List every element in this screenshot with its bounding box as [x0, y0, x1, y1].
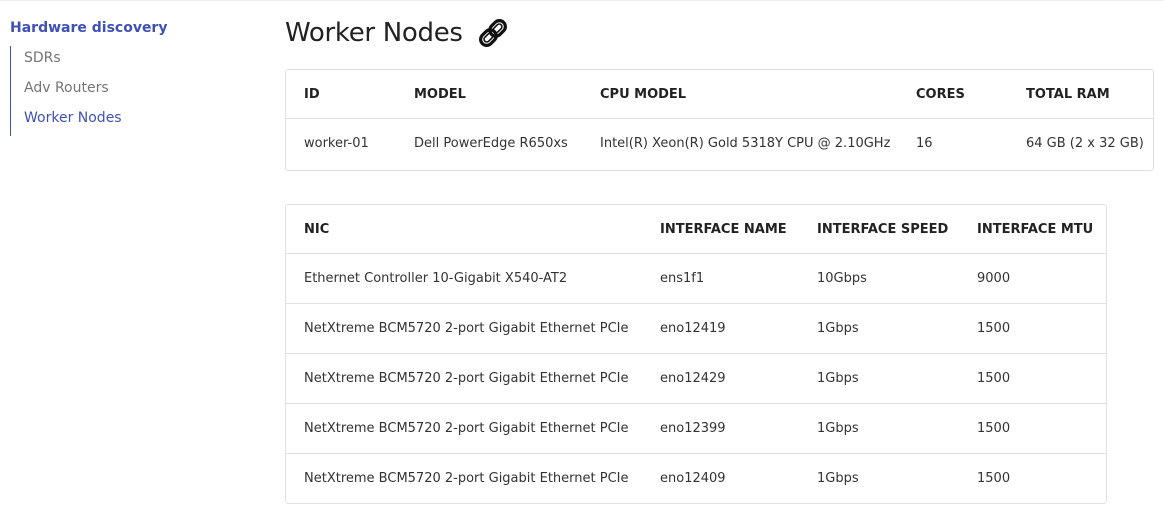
- cell-interface-name: eno12409: [642, 453, 799, 503]
- cell-interface-mtu: 1500: [959, 453, 1106, 503]
- page-title: Worker Nodes: [285, 18, 463, 48]
- table-row: NetXtreme BCM5720 2-port Gigabit Etherne…: [286, 353, 1106, 404]
- sidebar-item-worker-nodes[interactable]: Worker Nodes: [24, 106, 240, 136]
- table-row: NetXtreme BCM5720 2-port Gigabit Etherne…: [286, 303, 1106, 354]
- cell-interface-mtu: 1500: [959, 403, 1106, 454]
- cell-nic: NetXtreme BCM5720 2-port Gigabit Etherne…: [286, 453, 642, 503]
- cell-nic: NetXtreme BCM5720 2-port Gigabit Etherne…: [286, 353, 642, 404]
- main-header: Worker Nodes: [285, 13, 511, 53]
- column-header-nic: NIC: [304, 221, 330, 237]
- cell-interface-speed: 1Gbps: [799, 403, 959, 454]
- cell-interface-speed: 1Gbps: [799, 453, 959, 503]
- column-header-total-ram: TOTAL RAM: [1026, 86, 1110, 102]
- page-title-row: Worker Nodes: [285, 13, 511, 53]
- table-row: NetXtreme BCM5720 2-port Gigabit Etherne…: [286, 403, 1106, 454]
- cell-interface-name: eno12399: [642, 403, 799, 454]
- sidebar-list: SDRs Adv Routers Worker Nodes: [10, 46, 240, 136]
- table-header-row: NIC INTERFACE NAME INTERFACE SPEED INTER…: [286, 205, 1106, 254]
- cell-cpu-model: Intel(R) Xeon(R) Gold 5318Y CPU @ 2.10GH…: [582, 118, 898, 168]
- worker-nodes-table-card: ID MODEL CPU MODEL CORES TOTAL RAM worke…: [285, 69, 1154, 171]
- cell-interface-speed: 1Gbps: [799, 303, 959, 354]
- column-header-cpu-model: CPU MODEL: [600, 86, 687, 102]
- worker-nodes-table: ID MODEL CPU MODEL CORES TOTAL RAM worke…: [286, 70, 1153, 168]
- nic-table: NIC INTERFACE NAME INTERFACE SPEED INTER…: [286, 205, 1106, 503]
- cell-total-ram: 64 GB (2 x 32 GB): [1008, 118, 1153, 168]
- table-row: Ethernet Controller 10-Gigabit X540-AT2 …: [286, 253, 1106, 304]
- column-header-interface-name: INTERFACE NAME: [660, 221, 787, 237]
- cell-interface-name: eno12419: [642, 303, 799, 354]
- cell-nic: NetXtreme BCM5720 2-port Gigabit Etherne…: [286, 403, 642, 454]
- table-row: worker-01 Dell PowerEdge R650xs Intel(R)…: [286, 118, 1153, 168]
- sidebar-title[interactable]: Hardware discovery: [10, 18, 240, 38]
- column-header-model: MODEL: [414, 86, 466, 102]
- cell-interface-mtu: 1500: [959, 353, 1106, 404]
- top-divider: [0, 0, 1164, 1]
- column-header-interface-speed: INTERFACE SPEED: [817, 221, 949, 237]
- table-header-row: ID MODEL CPU MODEL CORES TOTAL RAM: [286, 70, 1153, 119]
- nic-table-card: NIC INTERFACE NAME INTERFACE SPEED INTER…: [285, 204, 1107, 504]
- cell-interface-mtu: 1500: [959, 303, 1106, 354]
- column-header-interface-mtu: INTERFACE MTU: [977, 221, 1094, 237]
- cell-id: worker-01: [286, 118, 396, 168]
- cell-interface-mtu: 9000: [959, 253, 1106, 304]
- cell-cores: 16: [898, 118, 1008, 168]
- cell-model: Dell PowerEdge R650xs: [396, 118, 582, 168]
- sidebar-item-adv-routers[interactable]: Adv Routers: [24, 76, 240, 106]
- table-row: NetXtreme BCM5720 2-port Gigabit Etherne…: [286, 453, 1106, 503]
- column-header-id: ID: [304, 86, 320, 102]
- cell-nic: NetXtreme BCM5720 2-port Gigabit Etherne…: [286, 303, 642, 354]
- chain-link-icon: [475, 15, 511, 51]
- sidebar: Hardware discovery SDRs Adv Routers Work…: [10, 18, 240, 136]
- cell-interface-speed: 10Gbps: [799, 253, 959, 304]
- sidebar-item-sdrs[interactable]: SDRs: [24, 46, 240, 76]
- column-header-cores: CORES: [916, 86, 965, 102]
- page: Hardware discovery SDRs Adv Routers Work…: [0, 0, 1164, 522]
- cell-interface-name: eno12429: [642, 353, 799, 404]
- cell-interface-name: ens1f1: [642, 253, 799, 304]
- cell-nic: Ethernet Controller 10-Gigabit X540-AT2: [286, 253, 642, 304]
- cell-interface-speed: 1Gbps: [799, 353, 959, 404]
